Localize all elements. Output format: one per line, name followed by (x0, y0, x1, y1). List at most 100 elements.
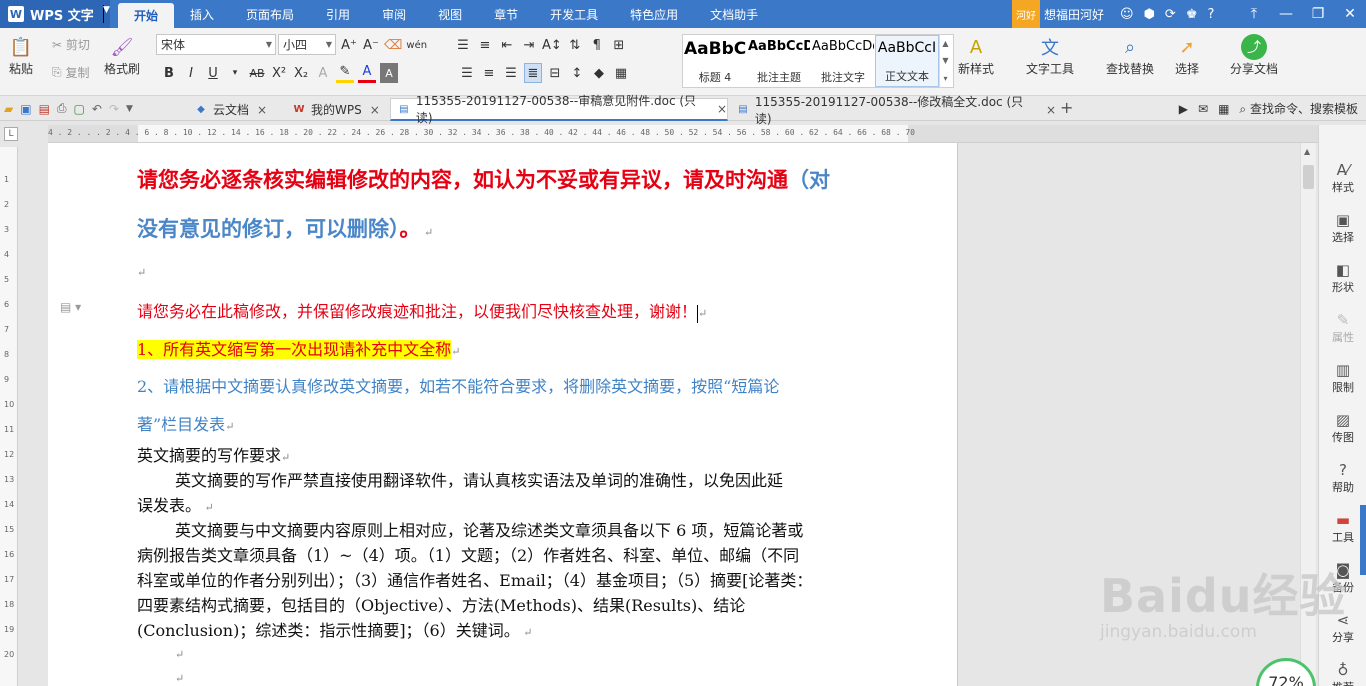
paragraph-layout-icon[interactable]: ▤ ▾ (60, 300, 81, 314)
side-tools-button[interactable]: ▬ 工具 (1319, 511, 1366, 545)
paste-button[interactable]: 📋 粘贴 (8, 34, 34, 77)
align-right-icon[interactable]: ☰ (502, 63, 520, 83)
font-size-select[interactable]: 小四 ▼ (278, 34, 336, 55)
print-icon[interactable]: ⎙ (57, 101, 67, 116)
chevron-up-icon[interactable]: ▲ (942, 39, 948, 48)
side-help-button[interactable]: ? 帮助 (1319, 461, 1366, 495)
app-menu-button[interactable]: W WPS 文字 ▼ (0, 0, 110, 28)
select-button[interactable]: ➚ 选择 (1174, 34, 1200, 77)
para-1-text[interactable]: 英文摘要的写作严禁直接使用翻译软件，请认真核实语法及单词的准确性，以免因此延 (175, 471, 783, 490)
more-icon[interactable]: ▾ (943, 74, 947, 83)
text-tools-button[interactable]: 文 文字工具 (1026, 34, 1074, 77)
show-marks-icon[interactable]: ¶ (588, 35, 606, 55)
font-color-icon[interactable]: A (358, 63, 376, 83)
user-name[interactable]: 想福田河好 (1044, 0, 1104, 28)
chevron-down-icon[interactable]: ▾ (226, 63, 244, 83)
item-1-text[interactable]: 1、所有英文缩写第一次出现请补充中文全称 (137, 340, 452, 359)
style-body-text[interactable]: AaBbCcI 正文文本 (875, 35, 939, 87)
text-direction-icon[interactable]: A↕ (542, 35, 562, 55)
skin-icon[interactable]: ☺ (1120, 7, 1134, 22)
char-shading-icon[interactable]: A (380, 63, 398, 83)
scrollbar-thumb[interactable] (1303, 165, 1314, 189)
copy-button[interactable]: ⎘ 复制 (52, 64, 89, 81)
horizontal-ruler[interactable]: 4 . 2 . . . 2 . 4 . 6 . 8 . 10 . 12 . 14… (48, 125, 1318, 143)
side-panel-handle[interactable] (1360, 505, 1366, 575)
new-style-button[interactable]: A 新样式 (958, 34, 994, 77)
tab-features[interactable]: 特色应用 (614, 0, 694, 28)
para-2-text[interactable]: 病例报告类文章须具备（1）~（4）项。（1）文题；（2）作者姓名、科室、单位、邮… (137, 546, 799, 565)
cut-button[interactable]: ✂ 剪切 (52, 36, 90, 53)
save-icon[interactable]: ▣ (20, 102, 31, 116)
side-upload-image-button[interactable]: ▨ 传图 (1319, 411, 1366, 445)
indent-icon[interactable]: ⇥ (520, 35, 538, 55)
subtitle-text[interactable]: 英文摘要的写作要求 (137, 446, 281, 465)
tab-my-wps[interactable]: W 我的WPS × (286, 98, 386, 121)
distributed-icon[interactable]: ⊟ (546, 63, 564, 83)
tab-stop-selector[interactable]: L (4, 127, 18, 141)
find-replace-button[interactable]: ⌕ 查找替换 (1106, 34, 1154, 77)
text-effect-icon[interactable]: A (314, 63, 332, 83)
side-shape-button[interactable]: ◧ 形状 (1319, 261, 1366, 295)
tab-review[interactable]: 审阅 (366, 0, 422, 28)
style-scroll[interactable]: ▲ ▼ ▾ (939, 35, 951, 87)
para-2-text[interactable]: (Conclusion)；综述类：指示性摘要]；（6）关键词。 (137, 621, 520, 640)
close-icon[interactable]: × (1046, 103, 1056, 117)
justify-icon[interactable]: ≣ (524, 63, 542, 83)
side-restrict-button[interactable]: ▥ 限制 (1319, 361, 1366, 395)
minimize-button[interactable]: — (1270, 0, 1302, 28)
tab-cloud-docs[interactable]: ◆ 云文档 × (188, 98, 284, 121)
para-2-text[interactable]: 英文摘要与中文摘要内容原则上相对应，论著及综述类文章须具备以下 6 项，短篇论著… (175, 521, 803, 540)
tab-developer[interactable]: 开发工具 (534, 0, 614, 28)
numbered-list-icon[interactable]: ≡ (476, 35, 494, 55)
style-heading-4[interactable]: AaBbC 标题 4 (683, 35, 747, 87)
tab-page-layout[interactable]: 页面布局 (230, 0, 310, 28)
heading-end-mark[interactable]: 。 (400, 216, 421, 241)
bullet-list-icon[interactable]: ☰ (454, 35, 472, 55)
border-icon[interactable]: ▦ (612, 63, 630, 83)
heading-blue-text[interactable]: （对 (788, 167, 830, 192)
close-icon[interactable]: × (717, 102, 727, 116)
sync-icon[interactable]: ⟳ (1165, 7, 1176, 22)
help-icon[interactable]: ? (1207, 7, 1214, 22)
close-button[interactable]: ✕ (1334, 0, 1366, 28)
tab-home[interactable]: 开始 (118, 3, 175, 28)
shrink-font-icon[interactable]: A⁻ (362, 35, 380, 55)
grow-font-icon[interactable]: A⁺ (340, 35, 358, 55)
align-center-icon[interactable]: ≡ (480, 63, 498, 83)
redo-icon[interactable]: ↷ (109, 102, 119, 116)
search-command-box[interactable]: ⌕ 查找命令、搜索模板 (1239, 100, 1358, 117)
para-1-text[interactable]: 误发表。 (137, 496, 201, 515)
grid-icon[interactable]: ▦ (1218, 102, 1229, 116)
para-2-text[interactable]: 四要素结构式摘要，包括目的（Objective）、方法(Methods)、结果(… (137, 596, 745, 615)
subscript-icon[interactable]: X₂ (292, 63, 310, 83)
vertical-ruler[interactable]: 1 2 3 4 5 6 7 8 9 10 11 12 13 14 15 16 1… (0, 147, 18, 686)
chevron-up-icon[interactable]: ▲ (1304, 147, 1310, 156)
strikethrough-icon[interactable]: AB (248, 63, 266, 83)
new-tab-button[interactable]: + (1060, 98, 1073, 117)
side-style-button[interactable]: A⁄ 样式 (1319, 161, 1366, 195)
style-comment-text[interactable]: AaBbCcDd 批注文字 (811, 35, 875, 87)
line-spacing-icon[interactable]: ↕ (568, 63, 586, 83)
pinyin-icon[interactable]: wén (406, 35, 427, 55)
undo-icon[interactable]: ↶ (92, 102, 102, 116)
mail-icon[interactable]: ✉ (1198, 102, 1208, 116)
share-doc-button[interactable]: ⤴ 分享文档 (1230, 34, 1278, 77)
tab-references[interactable]: 引用 (310, 0, 366, 28)
maximize-button[interactable]: ❐ (1302, 0, 1334, 28)
pdf-icon[interactable]: ▤ (39, 102, 50, 116)
align-left-icon[interactable]: ☰ (458, 63, 476, 83)
tshirt-icon[interactable]: ♚ (1186, 7, 1198, 22)
tab-doc-assistant[interactable]: 文档助手 (694, 0, 774, 28)
note-red-text[interactable]: 请您务必在此稿修改，并保留修改痕迹和批注，以便我们尽快核查处理，谢谢！ (137, 302, 697, 321)
italic-icon[interactable]: I (182, 63, 200, 83)
user-avatar[interactable]: 河好 (1012, 0, 1040, 28)
shading-icon[interactable]: ◆ (590, 63, 608, 83)
shield-icon[interactable]: ⬢ (1144, 7, 1155, 22)
chevron-down-icon[interactable]: ▼ (942, 56, 948, 65)
chevron-down-icon[interactable]: ▼ (126, 104, 133, 114)
sort-icon[interactable]: ⇅ (566, 35, 584, 55)
side-select-button[interactable]: ▣ 选择 (1319, 211, 1366, 245)
font-name-select[interactable]: 宋体 ▼ (156, 34, 276, 55)
side-properties-button[interactable]: ✎ 属性 (1319, 311, 1366, 345)
table-icon[interactable]: ⊞ (610, 35, 628, 55)
